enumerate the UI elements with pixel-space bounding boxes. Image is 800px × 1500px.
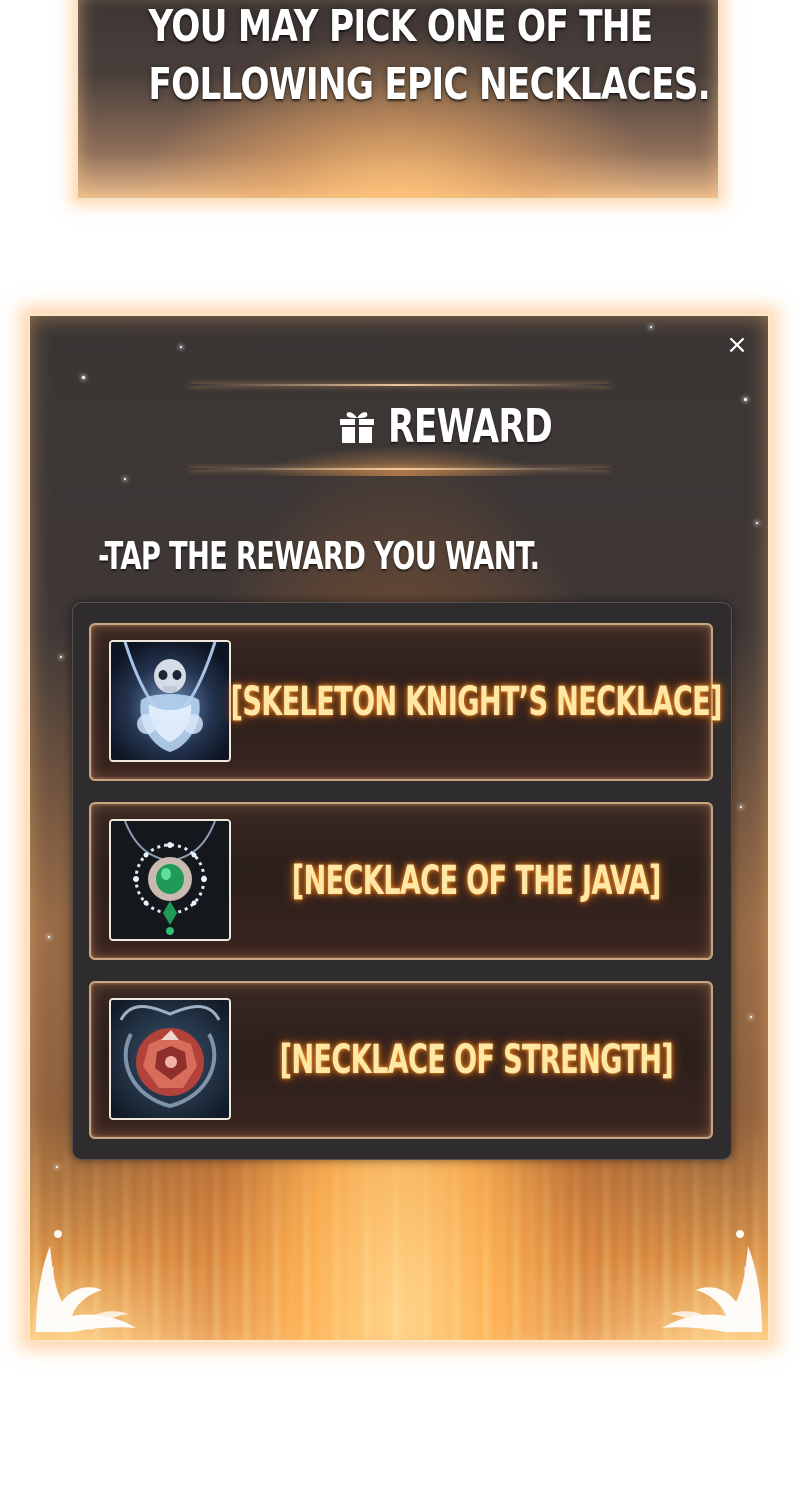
reward-option-label-container: [SKELETON KNIGHT’S NECKLACE] bbox=[230, 625, 722, 779]
reward-title-text: REWARD bbox=[388, 399, 553, 453]
title-divider-top bbox=[190, 384, 610, 386]
corner-ornament-icon bbox=[36, 1230, 136, 1332]
corner-ornament-icon bbox=[662, 1230, 762, 1332]
reward-option-label: [NECKLACE OF THE JAVA] bbox=[291, 858, 661, 904]
sparkle bbox=[56, 1166, 58, 1168]
message-line-1: YOU MAY PICK ONE OF THE bbox=[148, 1, 653, 52]
system-message-text: YOU MAY PICK ONE OF THE FOLLOWING EPIC N… bbox=[148, 0, 710, 114]
emerald-necklace-icon bbox=[109, 819, 231, 941]
instruction-text: -TAP THE REWARD YOU WANT. bbox=[98, 534, 540, 578]
close-button[interactable]: × bbox=[724, 332, 750, 358]
gift-icon bbox=[340, 412, 374, 443]
reward-option-necklace-of-strength[interactable]: [NECKLACE OF STRENGTH] bbox=[89, 981, 713, 1139]
sparkle bbox=[82, 376, 85, 379]
reward-window: × REWARD -TAP THE REWARD YOU WANT. [SKEL… bbox=[28, 314, 770, 1342]
sparkle bbox=[650, 326, 652, 328]
reward-option-necklace-of-the-java[interactable]: [NECKLACE OF THE JAVA] bbox=[89, 802, 713, 960]
reward-option-label-container: [NECKLACE OF THE JAVA] bbox=[241, 804, 711, 958]
sparkle bbox=[744, 398, 747, 401]
sparkle bbox=[756, 522, 758, 524]
title-divider-bottom bbox=[190, 468, 610, 470]
reward-option-skeleton-knights-necklace[interactable]: [SKELETON KNIGHT’S NECKLACE] bbox=[89, 623, 722, 781]
reward-title: REWARD bbox=[338, 396, 607, 456]
sparkle bbox=[180, 346, 182, 348]
red-gem-necklace-icon bbox=[109, 998, 231, 1120]
system-message-window: YOU MAY PICK ONE OF THE FOLLOWING EPIC N… bbox=[76, 0, 720, 200]
sparkle bbox=[750, 1016, 752, 1018]
sparkle bbox=[60, 656, 62, 658]
sparkle bbox=[740, 806, 742, 808]
reward-option-label-container: [NECKLACE OF STRENGTH] bbox=[241, 983, 711, 1137]
message-line-2: FOLLOWING EPIC NECKLACES. bbox=[148, 59, 710, 110]
reward-option-label: [NECKLACE OF STRENGTH] bbox=[279, 1037, 673, 1083]
sparkle bbox=[124, 478, 126, 480]
sparkle bbox=[48, 936, 50, 938]
reward-option-label: [SKELETON KNIGHT’S NECKLACE] bbox=[230, 679, 722, 725]
game-screen: YOU MAY PICK ONE OF THE FOLLOWING EPIC N… bbox=[0, 0, 800, 1500]
reward-list: [SKELETON KNIGHT’S NECKLACE] [NECKLACE O… bbox=[72, 602, 732, 1160]
skeleton-necklace-icon bbox=[109, 640, 231, 762]
